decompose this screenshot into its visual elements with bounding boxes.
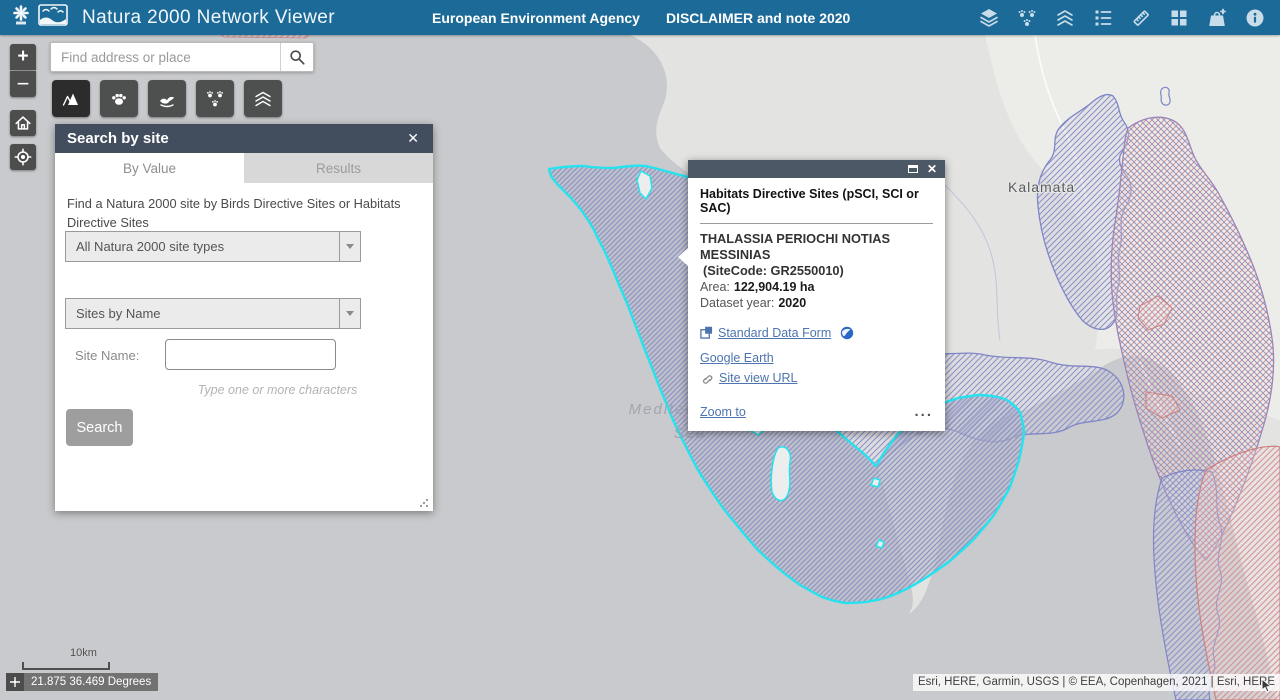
search-icon [288, 48, 306, 66]
panel-titlebar[interactable]: Search by site ✕ [55, 124, 433, 153]
locate-target-icon [13, 147, 33, 167]
panel-tabs: By Value Results [55, 153, 433, 183]
eea-logo[interactable] [9, 3, 33, 32]
bird-icon [156, 88, 178, 110]
data-form-icon [700, 326, 713, 339]
dropdown-arrow-button[interactable] [339, 299, 360, 328]
popup-footer: Zoom to ... [700, 405, 933, 419]
google-earth-link[interactable]: Google Earth [700, 348, 774, 368]
stacked-waves-icon [252, 88, 274, 110]
popup-divider [700, 223, 933, 224]
basemap-grid-icon[interactable] [1160, 0, 1198, 35]
panel-title: Search by site [67, 130, 405, 147]
site-view-url-link[interactable]: Site view URL [719, 368, 798, 388]
dataset-year-value: 2020 [778, 296, 806, 310]
crosshair-icon [9, 676, 21, 688]
google-earth-icon [840, 326, 854, 340]
birds-sites-button[interactable] [100, 80, 138, 117]
layer-toolbar [52, 80, 282, 117]
app-header: Natura 2000 Network Viewer European Envi… [0, 0, 1280, 35]
popup-body: Habitats Directive Sites (pSCI, SCI or S… [688, 178, 945, 431]
panel-body: Find a Natura 2000 site by Birds Directi… [55, 183, 433, 511]
standard-data-form-link[interactable]: Standard Data Form [718, 323, 831, 343]
link-chain-icon [700, 371, 714, 385]
minus-icon: − [17, 71, 30, 97]
paws-group-icon [204, 88, 226, 110]
disclaimer-link[interactable]: DISCLAIMER and note 2020 [666, 10, 850, 26]
legend-list-icon[interactable] [1084, 0, 1122, 35]
maximize-icon[interactable] [908, 165, 918, 173]
page-title: Natura 2000 Network Viewer [82, 7, 335, 29]
scalebar-label: 10km [70, 647, 97, 659]
site-type-dropdown-value: All Natura 2000 site types [66, 239, 339, 254]
close-icon[interactable]: ✕ [927, 163, 937, 175]
site-name-hint: Type one or more characters [165, 383, 390, 397]
close-icon[interactable]: ✕ [405, 128, 421, 149]
dropdown-arrow-button[interactable] [339, 232, 360, 261]
tab-results[interactable]: Results [244, 153, 433, 183]
measure-ruler-icon[interactable] [1122, 0, 1160, 35]
birds-site-sliver-top [216, 35, 312, 38]
panel-resize-handle[interactable] [420, 499, 428, 507]
popup-pointer [678, 248, 688, 266]
paws-icon[interactable] [1008, 0, 1046, 35]
site-type-dropdown[interactable]: All Natura 2000 site types [65, 231, 361, 262]
eea-agency-link[interactable]: European Environment Agency [432, 10, 640, 26]
zoom-to-link[interactable]: Zoom to [700, 405, 746, 419]
search-by-site-panel: Search by site ✕ By Value Results Find a… [55, 124, 433, 511]
header-links: European Environment Agency DISCLAIMER a… [432, 0, 850, 35]
paw-icon [108, 88, 130, 110]
chevron-down-icon [346, 244, 354, 249]
popup-links: Standard Data Form Google Earth Site vie… [700, 323, 933, 388]
zoom-out-button[interactable]: − [10, 71, 36, 97]
application-window: Kalamata Mediterranean Sea [0, 0, 1280, 700]
dataset-year-row: Dataset year: 2020 [700, 296, 933, 310]
site-name-input[interactable] [165, 339, 336, 370]
search-mode-dropdown-value: Sites by Name [66, 306, 339, 321]
popup-layer-title: Habitats Directive Sites (pSCI, SCI or S… [700, 187, 933, 215]
tab-by-value[interactable]: By Value [55, 153, 244, 183]
zoom-in-button[interactable]: + [10, 44, 36, 70]
more-options-icon[interactable]: ... [914, 408, 933, 416]
bird-habitat-overlap-button[interactable] [148, 80, 186, 117]
map-attribution: Esri, HERE, Garmin, USGS | © EEA, Copenh… [913, 674, 1280, 691]
site-name-label: Site Name: [75, 348, 139, 363]
search-button[interactable]: Search [66, 409, 133, 446]
waves-icon[interactable] [1046, 0, 1084, 35]
dataset-year-label: Dataset year: [700, 296, 774, 310]
geocoder-search-button[interactable] [280, 43, 313, 71]
natura2000-logo[interactable] [38, 3, 68, 32]
site-name: THALASSIA PERIOCHI NOTIAS MESSINIAS [700, 231, 933, 263]
add-data-icon[interactable] [1198, 0, 1236, 35]
area-label: Area: [700, 280, 730, 294]
panel-description: Find a Natura 2000 site by Birds Directi… [67, 195, 423, 232]
marine-sites-button[interactable] [244, 80, 282, 117]
coordinates-capture-button[interactable] [6, 673, 24, 691]
area-row: Area: 122,904.19 ha [700, 280, 933, 294]
all-sites-button[interactable] [196, 80, 234, 117]
habitats-sites-button[interactable] [52, 80, 90, 117]
address-search-input[interactable] [51, 43, 280, 71]
geocoder-searchbox [50, 42, 314, 72]
scalebar [22, 662, 110, 670]
search-mode-dropdown[interactable]: Sites by Name [65, 298, 361, 329]
home-button[interactable] [10, 110, 36, 136]
layers-icon[interactable] [970, 0, 1008, 35]
locate-button[interactable] [10, 144, 36, 170]
chevron-down-icon [346, 311, 354, 316]
site-code: (SiteCode: GR2550010) [700, 263, 933, 278]
coordinates-readout: 21.875 36.469 Degrees [24, 673, 158, 691]
mountain-icon [60, 88, 82, 110]
popup-titlebar[interactable]: ✕ [688, 160, 945, 178]
birds-site-southeast-polygon[interactable] [1195, 446, 1280, 700]
area-value: 122,904.19 ha [734, 280, 815, 294]
feature-popup: ✕ Habitats Directive Sites (pSCI, SCI or… [688, 160, 945, 431]
map-label-kalamata: Kalamata [1008, 179, 1075, 195]
plus-icon: + [17, 46, 28, 68]
home-icon [13, 113, 33, 133]
mouse-cursor-icon [1260, 678, 1274, 694]
info-icon[interactable] [1236, 0, 1274, 35]
coordinates-widget: 21.875 36.469 Degrees [6, 673, 158, 691]
